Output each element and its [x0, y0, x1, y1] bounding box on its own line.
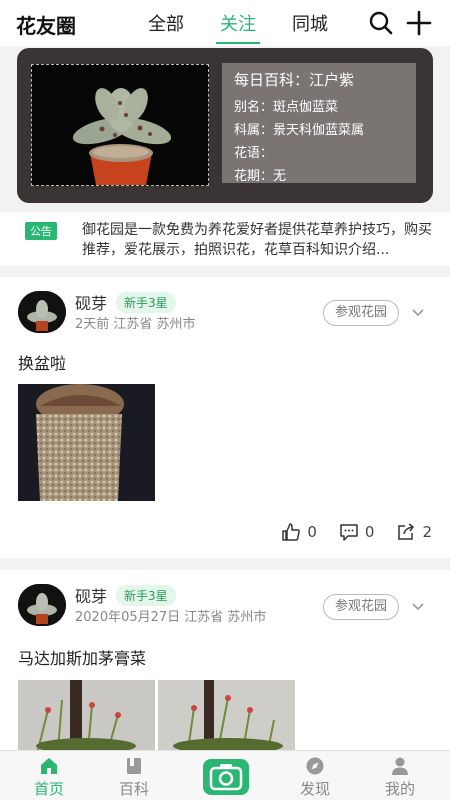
level-badge: 新手3星: [116, 585, 176, 606]
nav-label: 我的: [384, 780, 415, 798]
like-count: 0: [307, 523, 317, 541]
nav-discover[interactable]: 发现: [280, 751, 350, 800]
user-icon: [392, 757, 408, 775]
tab-following[interactable]: 关注: [202, 10, 274, 44]
book-icon: [127, 758, 141, 774]
nav-encyclopedia[interactable]: 百科: [99, 751, 169, 800]
post-card[interactable]: 砚芽 新手3星 2天前 江苏省 苏州市 参观花园 换盆啦 0 0 2: [0, 277, 450, 558]
post-card[interactable]: 砚芽 新手3星 2020年05月27日 江苏省 苏州市 参观花园 马达加斯加茅膏…: [0, 570, 450, 750]
nav-label: 发现: [299, 780, 330, 798]
tab-all[interactable]: 全部: [130, 10, 202, 42]
post-actions: 0 0 2: [281, 522, 432, 542]
plant-bloom-season: 花期：无: [234, 169, 287, 184]
nav-home[interactable]: 首页: [14, 751, 84, 800]
succulent-photo: [31, 64, 209, 186]
level-badge: 新手3星: [116, 292, 176, 313]
post-photo[interactable]: [18, 680, 155, 750]
plant-flower-language: 花语：: [234, 146, 274, 161]
announcement-text: 御花园是一款免费为养花爱好者提供花草养护技巧，购买推荐，爱花展示，拍照识花，花草…: [82, 222, 432, 258]
search-icon[interactable]: [368, 10, 394, 36]
chevron-down-icon[interactable]: [410, 305, 426, 321]
share-button[interactable]: 2: [396, 522, 432, 542]
announcement-bar[interactable]: 公告 御花园是一款免费为养花爱好者提供花草养护技巧，购买推荐，爱花展示，拍照识花…: [0, 212, 450, 266]
tab-bar: 全部 关注 同城: [130, 10, 346, 44]
announcement-badge: 公告: [25, 222, 57, 240]
post-text: 马达加斯加茅膏菜: [18, 649, 147, 668]
post-meta: 2020年05月27日 江苏省 苏州市: [75, 610, 267, 625]
avatar[interactable]: [18, 291, 66, 333]
daily-encyclopedia-banner[interactable]: 每日百科：江户紫 别名：斑点伽蓝菜 科属：景天科伽蓝菜属 花语： 花期：无: [17, 48, 433, 203]
comment-count: 0: [364, 523, 375, 541]
camera-button[interactable]: [203, 759, 249, 795]
plant-info-card: 每日百科：江户紫 别名：斑点伽蓝菜 科属：景天科伽蓝菜属 花语： 花期：无: [222, 63, 416, 184]
chevron-down-icon[interactable]: [410, 599, 426, 615]
author-name[interactable]: 砚芽: [75, 290, 107, 314]
share-count: 2: [422, 523, 432, 541]
plant-family: 科属：景天科伽蓝菜属: [234, 123, 365, 138]
post-photo[interactable]: [158, 680, 295, 750]
thumbs-up-icon: [282, 523, 301, 541]
plant-name: 每日百科：江户紫: [234, 71, 355, 89]
nav-label: 首页: [33, 780, 64, 798]
avatar[interactable]: [18, 584, 66, 626]
comment-icon: [340, 524, 358, 541]
compass-icon: [306, 757, 324, 775]
tab-same-city[interactable]: 同城: [274, 10, 346, 42]
app-title: 花友圈: [16, 14, 76, 38]
post-photo[interactable]: [18, 384, 155, 501]
plus-icon[interactable]: [406, 10, 432, 36]
nav-profile[interactable]: 我的: [365, 751, 435, 800]
visit-garden-button[interactable]: 参观花园: [323, 300, 399, 326]
post-meta: 2天前 江苏省 苏州市: [75, 317, 196, 332]
like-button[interactable]: 0: [281, 522, 317, 542]
home-icon: [41, 758, 57, 774]
nav-label: 百科: [118, 780, 149, 798]
share-icon: [398, 523, 415, 540]
visit-garden-button[interactable]: 参观花园: [323, 594, 399, 620]
camera-icon: [209, 764, 243, 791]
author-name[interactable]: 砚芽: [75, 583, 107, 607]
post-text: 换盆啦: [18, 354, 67, 373]
plant-alias: 别名：斑点伽蓝菜: [234, 100, 339, 115]
comment-button[interactable]: 0: [339, 522, 375, 542]
top-header: 花友圈 全部 关注 同城: [0, 0, 450, 46]
bottom-navigation: 首页 百科 发现 我的: [0, 750, 450, 800]
